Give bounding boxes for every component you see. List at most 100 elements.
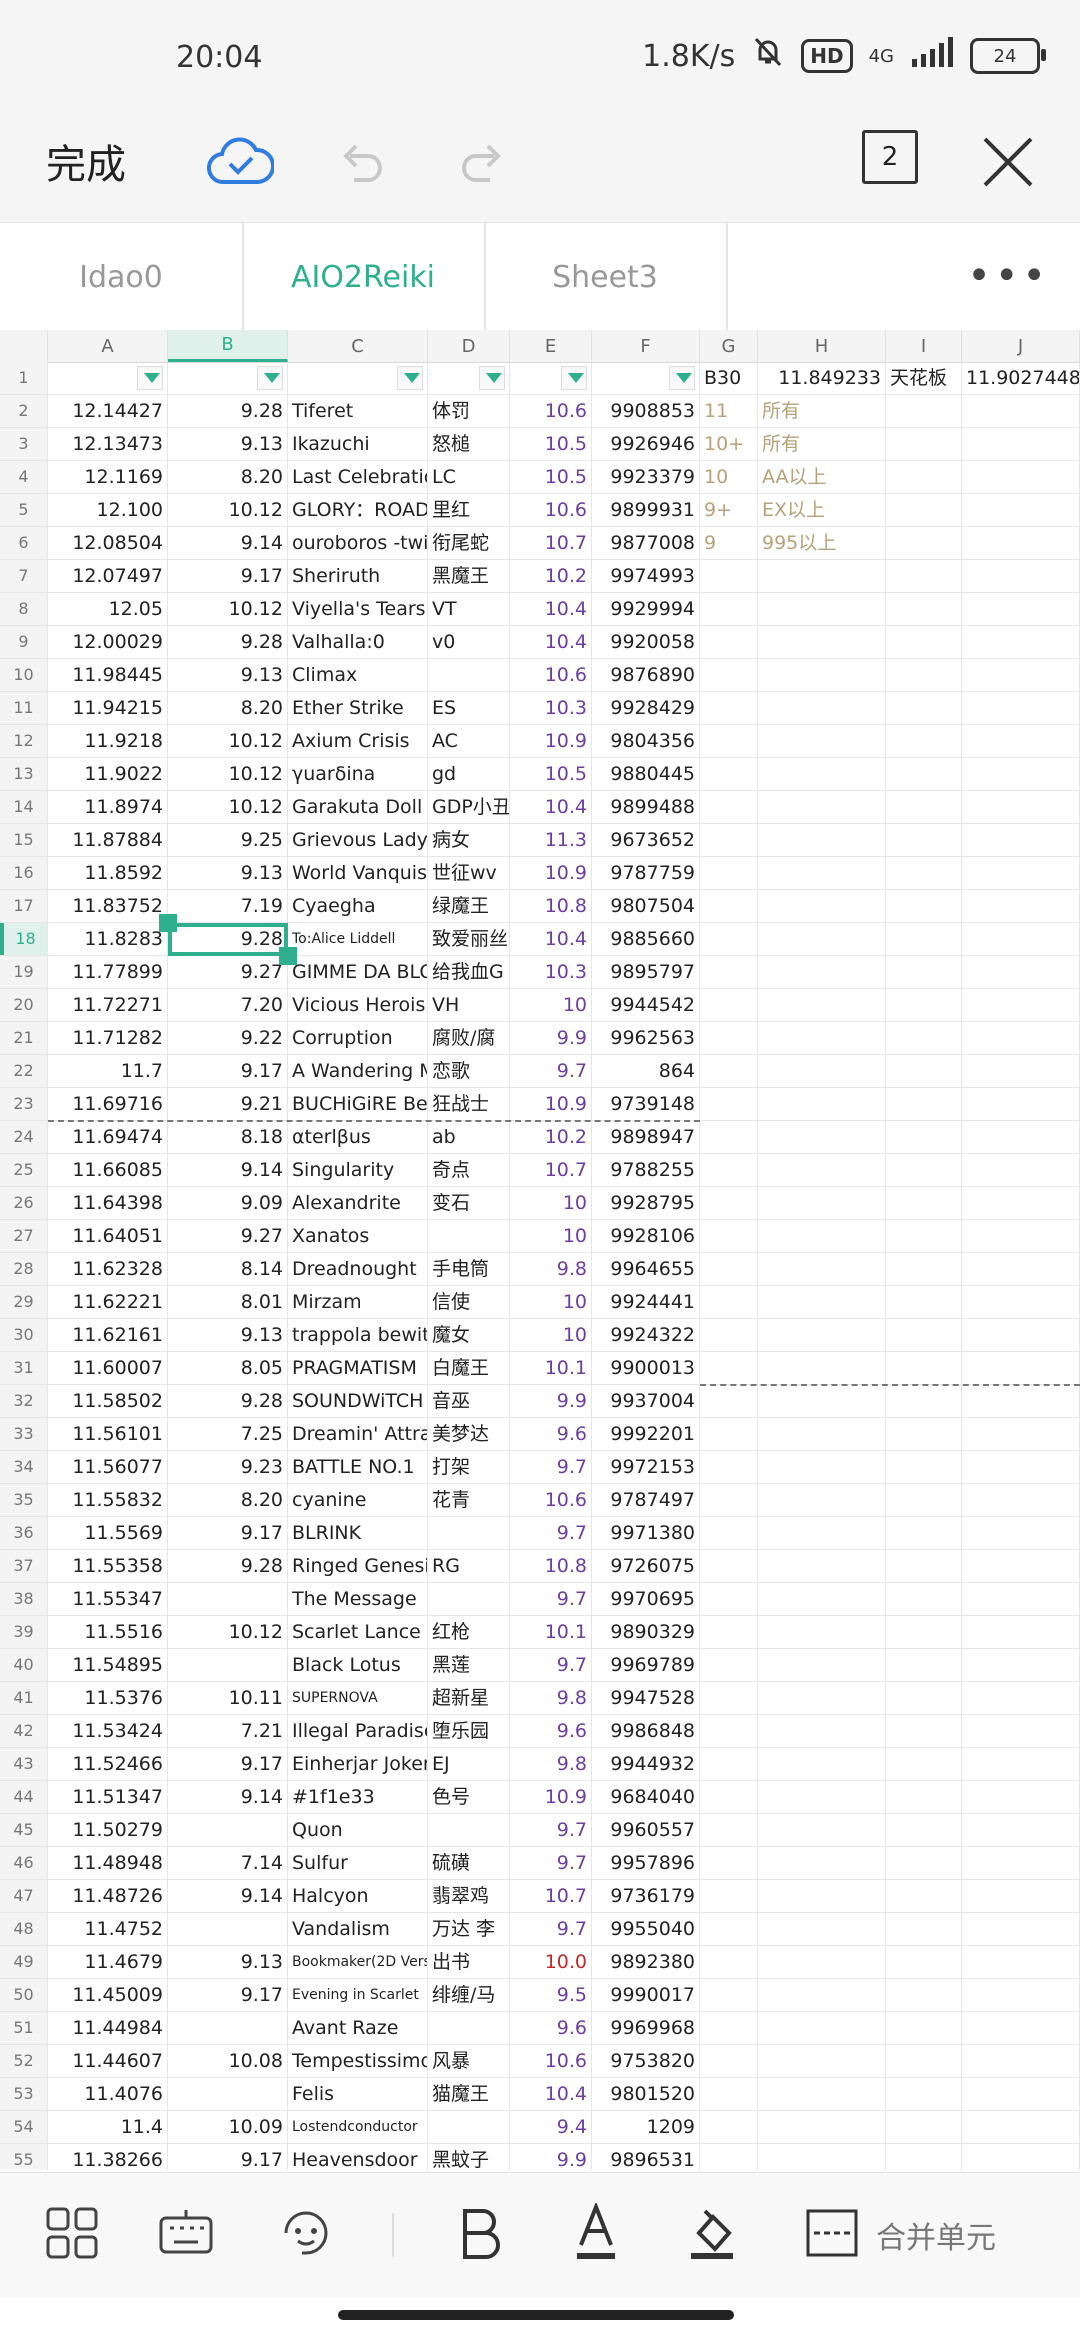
cell-g[interactable] xyxy=(700,2078,758,2110)
cell-level[interactable]: 10.4 xyxy=(510,923,592,955)
cell-rating[interactable]: 11.5516 xyxy=(48,1616,168,1648)
filter-dropdown-icon[interactable] xyxy=(137,366,163,390)
cell-rating[interactable]: 11.58502 xyxy=(48,1385,168,1417)
cell-song-title[interactable]: BUCHiGiRE Berserker xyxy=(288,1088,428,1120)
cell-h[interactable] xyxy=(758,692,886,724)
cell-g[interactable] xyxy=(700,1385,758,1417)
cell-h[interactable] xyxy=(758,890,886,922)
cell-i[interactable] xyxy=(886,2111,962,2143)
font-color-icon[interactable] xyxy=(560,2197,632,2269)
cell-h[interactable] xyxy=(758,1517,886,1549)
undo-icon[interactable] xyxy=(322,122,402,202)
cell-song-title[interactable]: World Vanquisher xyxy=(288,857,428,889)
cell-rating[interactable]: 11.45009 xyxy=(48,1979,168,2011)
cell-rating[interactable]: 11.4 xyxy=(48,2111,168,2143)
cell-song-title[interactable]: Ether Strike xyxy=(288,692,428,724)
cell-h[interactable] xyxy=(758,1880,886,1912)
cell-nickname[interactable]: 怒槌 xyxy=(428,428,510,460)
cell-score[interactable]: 9955040 xyxy=(592,1913,700,1945)
cell-level[interactable]: 10.2 xyxy=(510,1121,592,1153)
cell-g[interactable] xyxy=(700,2144,758,2170)
cell-j[interactable] xyxy=(962,2111,1080,2143)
cell-j[interactable] xyxy=(962,725,1080,757)
cell-rating[interactable]: 11.4679 xyxy=(48,1946,168,1978)
cell-date[interactable]: 9.17 xyxy=(168,1055,288,1087)
cell-song-title[interactable]: Climax xyxy=(288,659,428,691)
cell-level[interactable]: 9.8 xyxy=(510,1253,592,1285)
cell-nickname[interactable]: 变石 xyxy=(428,1187,510,1219)
row-header[interactable]: 9 xyxy=(0,626,48,658)
cell-level[interactable]: 10.6 xyxy=(510,2045,592,2077)
cell-song-title[interactable]: BATTLE NO.1 xyxy=(288,1451,428,1483)
cell-h[interactable] xyxy=(758,824,886,856)
cell-date[interactable]: 10.08 xyxy=(168,2045,288,2077)
cell-level[interactable]: 10.3 xyxy=(510,692,592,724)
cell-h[interactable] xyxy=(758,1220,886,1252)
cell-h[interactable] xyxy=(758,1385,886,1417)
cell-j[interactable] xyxy=(962,1979,1080,2011)
row-header[interactable]: 3 xyxy=(0,428,48,460)
cell-rating[interactable]: 11.7 xyxy=(48,1055,168,1087)
cell-level[interactable]: 9.8 xyxy=(510,1682,592,1714)
cell-j[interactable] xyxy=(962,1649,1080,1681)
cell-j[interactable] xyxy=(962,1583,1080,1615)
tab-sheet-1[interactable]: Idao0 xyxy=(0,223,244,331)
cell-level[interactable]: 10.4 xyxy=(510,2078,592,2110)
cell-h[interactable] xyxy=(758,1946,886,1978)
cell-h[interactable] xyxy=(758,1748,886,1780)
cell-g[interactable] xyxy=(700,1154,758,1186)
row-header[interactable]: 32 xyxy=(0,1385,48,1417)
cell-nickname[interactable]: 信使 xyxy=(428,1286,510,1318)
cell-h[interactable] xyxy=(758,2045,886,2077)
cell-song-title[interactable]: Tempestissimo xyxy=(288,2045,428,2077)
cell-level[interactable]: 10 xyxy=(510,1187,592,1219)
cell-song-title[interactable]: BLRINK xyxy=(288,1517,428,1549)
cell-g[interactable] xyxy=(700,2111,758,2143)
tab-sheet-3[interactable]: Sheet3 xyxy=(484,223,728,331)
filter-cell-f[interactable] xyxy=(592,362,700,394)
cell-score[interactable]: 9947528 xyxy=(592,1682,700,1714)
cell-i[interactable] xyxy=(886,890,962,922)
cell-date[interactable]: 10.12 xyxy=(168,593,288,625)
cell-score[interactable]: 9944932 xyxy=(592,1748,700,1780)
cell-j1[interactable]: 11.9027448 xyxy=(962,362,1080,394)
cell-date[interactable]: 8.20 xyxy=(168,692,288,724)
cell-song-title[interactable]: Sheriruth xyxy=(288,560,428,592)
cell-nickname[interactable]: 猫魔王 xyxy=(428,2078,510,2110)
cell-j[interactable] xyxy=(962,461,1080,493)
cell-song-title[interactable]: Sulfur xyxy=(288,1847,428,1879)
cell-g[interactable] xyxy=(700,659,758,691)
cell-score[interactable]: 9990017 xyxy=(592,1979,700,2011)
cell-song-title[interactable]: Dreadnought xyxy=(288,1253,428,1285)
cell-nickname[interactable]: 翡翠鸡 xyxy=(428,1880,510,1912)
cell-date[interactable]: 9.13 xyxy=(168,659,288,691)
cell-h[interactable] xyxy=(758,1583,886,1615)
cell-j[interactable] xyxy=(962,923,1080,955)
cell-date[interactable]: 9.17 xyxy=(168,1517,288,1549)
cell-i[interactable] xyxy=(886,494,962,526)
row-header[interactable]: 30 xyxy=(0,1319,48,1351)
cell-i[interactable] xyxy=(886,692,962,724)
cell-date[interactable]: 9.14 xyxy=(168,1880,288,1912)
cell-date[interactable]: 9.14 xyxy=(168,527,288,559)
cell-nickname[interactable] xyxy=(428,2012,510,2044)
cell-song-title[interactable]: GLORY：ROAD xyxy=(288,494,428,526)
cell-g[interactable] xyxy=(700,2045,758,2077)
cell-nickname[interactable]: 黑蚊子 xyxy=(428,2144,510,2170)
cell-g[interactable] xyxy=(700,1253,758,1285)
cell-rating[interactable]: 11.64051 xyxy=(48,1220,168,1252)
filter-cell-b[interactable] xyxy=(168,362,288,394)
row-header[interactable]: 41 xyxy=(0,1682,48,1714)
cell-nickname[interactable]: 体罚 xyxy=(428,395,510,427)
row-header[interactable]: 49 xyxy=(0,1946,48,1978)
cell-h[interactable] xyxy=(758,593,886,625)
cell-level[interactable]: 10.5 xyxy=(510,461,592,493)
cell-rating[interactable]: 11.55832 xyxy=(48,1484,168,1516)
cell-rating[interactable]: 11.83752 xyxy=(48,890,168,922)
cell-j[interactable] xyxy=(962,1946,1080,1978)
cell-date[interactable]: 10.12 xyxy=(168,725,288,757)
cell-level[interactable]: 9.6 xyxy=(510,1418,592,1450)
cell-date[interactable]: 9.27 xyxy=(168,1220,288,1252)
cell-i[interactable] xyxy=(886,1781,962,1813)
cell-j[interactable] xyxy=(962,791,1080,823)
